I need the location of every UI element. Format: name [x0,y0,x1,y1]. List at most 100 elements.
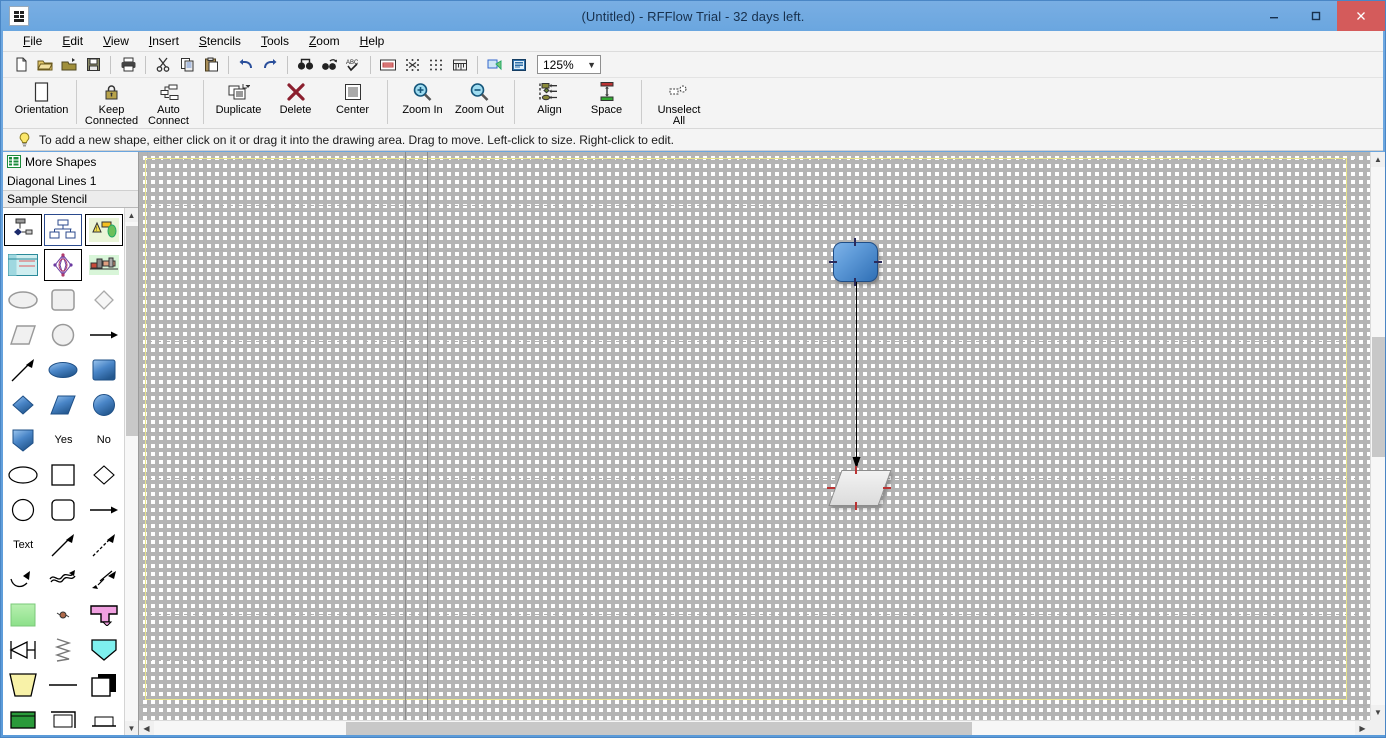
chevron-up-icon[interactable]: ▲ [1371,152,1386,167]
more-shapes-button[interactable]: More Shapes [3,152,138,171]
canvas-surface[interactable] [139,152,1370,720]
center-button[interactable]: Center [324,78,381,127]
chevron-left-icon[interactable]: ◀ [139,721,154,736]
unselect-all-button[interactable]: Unselect All [648,78,710,127]
open-recent-icon[interactable] [57,54,81,76]
stencil-zigzag[interactable] [44,634,82,666]
stencil-arrow-right-2[interactable] [85,494,123,526]
stencil-diamond-small[interactable] [85,284,123,316]
stencil-double-arrow[interactable] [85,564,123,596]
stencil-scroll-thumb[interactable] [125,226,138,436]
find-icon[interactable] [293,54,317,76]
menu-view[interactable]: View [93,32,139,50]
close-button[interactable] [1337,1,1385,31]
stencil-green-box[interactable] [4,704,42,736]
menu-stencils[interactable]: Stencils [189,32,251,50]
stencil-diamond-blue[interactable] [4,389,42,421]
stencil-parallelogram[interactable] [4,319,42,351]
space-button[interactable]: Space [578,78,635,127]
find-replace-icon[interactable] [317,54,341,76]
menu-tools[interactable]: Tools [251,32,299,50]
stencil-label-no[interactable]: No [85,424,123,456]
zoom-level-combo[interactable]: 125% ▼ [537,55,601,74]
menu-zoom[interactable]: Zoom [299,32,350,50]
stencil-stacked-square[interactable] [85,669,123,701]
stencil-flowchart-basic[interactable] [4,213,43,246]
chevron-right-icon[interactable]: ▶ [1355,721,1370,736]
stencil-ribbon-arrow[interactable] [44,564,82,596]
chevron-down-icon[interactable]: ▼ [587,60,598,70]
stencil-arrow-diag-dashed[interactable] [85,529,123,561]
stencil-arrow-right[interactable] [85,319,123,351]
stencil-name-label[interactable]: Diagonal Lines 1 [3,171,138,190]
stencil-square-blue[interactable] [85,354,123,386]
duplicate-button[interactable]: Duplicate [210,78,267,127]
selection-handle[interactable] [854,238,856,246]
stencil-small-knot[interactable] [44,599,82,631]
spellcheck-icon[interactable]: ABC [341,54,365,76]
stencil-ellipse[interactable] [4,284,42,316]
zoom-out-button[interactable]: Zoom Out [451,78,508,127]
paste-icon[interactable] [199,54,223,76]
canvas-h-scroll-track[interactable] [154,720,1355,735]
canvas-v-scroll-track[interactable] [1370,167,1385,705]
stencil-circle[interactable] [44,319,82,351]
snap-to-grid-icon[interactable] [400,54,424,76]
drawing-area[interactable]: ▲ ▼ ◀ ▶ [139,152,1385,735]
selection-handle[interactable] [855,466,857,474]
stencil-table[interactable] [4,249,42,281]
show-grid-icon[interactable] [424,54,448,76]
stencil-mixed-shapes[interactable]: ! [84,213,123,246]
stencil-parallelogram-blue[interactable] [44,389,82,421]
stencil-yellow-trapezoid[interactable] [4,669,42,701]
ruler-icon[interactable] [448,54,472,76]
stencil-square-outline[interactable] [44,459,82,491]
stencil-label-text[interactable]: Text [4,529,42,561]
chart-properties-icon[interactable] [483,54,507,76]
stencil-bowtie[interactable] [4,634,42,666]
chevron-down-icon[interactable]: ▼ [1371,705,1386,720]
minimize-button[interactable] [1253,1,1295,31]
chevron-up-icon[interactable]: ▲ [124,208,138,222]
orientation-button[interactable]: Orientation [13,78,70,127]
align-button[interactable]: Align [521,78,578,127]
menu-edit[interactable]: Edit [52,32,93,50]
print-icon[interactable] [116,54,140,76]
selection-handle[interactable] [854,278,856,286]
selection-handle[interactable] [827,487,835,489]
stencil-line[interactable] [44,669,82,701]
stencil-scrollbar[interactable]: ▲ ▼ [124,208,138,735]
stencil-roundrect-outline[interactable] [44,494,82,526]
stencil-org-chart[interactable] [44,213,83,246]
stencil-gantt[interactable] [85,249,123,281]
copy-icon[interactable] [175,54,199,76]
stencil-cyan-shield[interactable] [85,634,123,666]
zoom-in-button[interactable]: Zoom In [394,78,451,127]
stencil-arrow-diag-2[interactable] [44,529,82,561]
stencil-partial[interactable] [85,704,123,736]
save-icon[interactable] [81,54,105,76]
chevron-down-icon[interactable]: ▼ [124,721,138,735]
delete-button[interactable]: Delete [267,78,324,127]
stencil-pentagon-blue[interactable] [4,424,42,456]
text-properties-icon[interactable] [507,54,531,76]
menu-help[interactable]: Help [350,32,395,50]
stencil-circle-outline[interactable] [4,494,42,526]
selection-handle[interactable] [855,502,857,510]
menu-insert[interactable]: Insert [139,32,189,50]
undo-icon[interactable] [234,54,258,76]
stencil-rounded-square[interactable] [44,284,82,316]
stencil-ellipse-outline[interactable] [4,459,42,491]
stencil-network[interactable] [44,248,83,281]
new-document-icon[interactable] [9,54,33,76]
cut-icon[interactable] [151,54,175,76]
stencil-pink-tee[interactable] [85,599,123,631]
rounded-rect-node[interactable] [833,242,878,282]
sample-stencil-tab[interactable]: Sample Stencil [3,190,138,208]
stencil-open-box[interactable] [44,704,82,736]
maximize-button[interactable] [1295,1,1337,31]
stencil-diamond-outline[interactable] [85,459,123,491]
auto-connect-button[interactable]: Auto Connect [140,78,197,127]
stencil-scroll-track[interactable] [124,222,138,721]
stencil-circle-blue[interactable] [85,389,123,421]
